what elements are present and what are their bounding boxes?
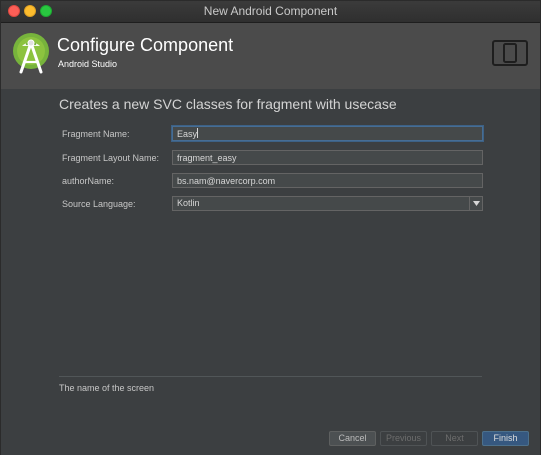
title-bar: New Android Component bbox=[1, 1, 540, 23]
help-text: The name of the screen bbox=[59, 383, 155, 393]
wizard-header: Configure Component Android Studio bbox=[1, 23, 540, 89]
page-subtitle: Android Studio bbox=[58, 59, 118, 69]
author-name-input[interactable]: bs.nam@navercorp.com bbox=[172, 173, 483, 188]
next-button[interactable]: Next bbox=[431, 431, 478, 446]
wizard-footer: Cancel Previous Next Finish bbox=[1, 419, 540, 455]
cancel-button[interactable]: Cancel bbox=[329, 431, 376, 446]
finish-button[interactable]: Finish bbox=[482, 431, 529, 446]
source-language-value: Kotlin bbox=[177, 198, 200, 208]
page-title: Configure Component bbox=[57, 35, 234, 55]
fragment-layout-name-label: Fragment Layout Name: bbox=[62, 153, 160, 163]
fragment-name-input[interactable]: Easy bbox=[172, 126, 483, 141]
source-language-select[interactable]: Kotlin bbox=[172, 196, 483, 211]
fragment-name-value: Easy bbox=[177, 129, 198, 139]
wizard-heading: Creates a new SVC classes for fragment w… bbox=[59, 96, 397, 112]
dropdown-arrow-button[interactable] bbox=[469, 197, 482, 210]
fragment-layout-name-value: fragment_easy bbox=[177, 153, 237, 163]
source-language-label: Source Language: bbox=[62, 199, 136, 209]
chevron-down-icon bbox=[473, 201, 480, 206]
android-studio-logo-icon bbox=[13, 33, 49, 74]
author-name-value: bs.nam@navercorp.com bbox=[177, 176, 276, 186]
previous-button[interactable]: Previous bbox=[380, 431, 427, 446]
window-title: New Android Component bbox=[203, 4, 338, 18]
dialog-window: New Android Component Configure Componen… bbox=[0, 0, 541, 455]
author-name-label: authorName: bbox=[62, 176, 115, 186]
device-layout-icon bbox=[492, 40, 528, 66]
fragment-name-label: Fragment Name: bbox=[62, 129, 130, 139]
fragment-layout-name-input[interactable]: fragment_easy bbox=[172, 150, 483, 165]
help-divider bbox=[59, 376, 482, 377]
text-caret bbox=[197, 128, 199, 138]
